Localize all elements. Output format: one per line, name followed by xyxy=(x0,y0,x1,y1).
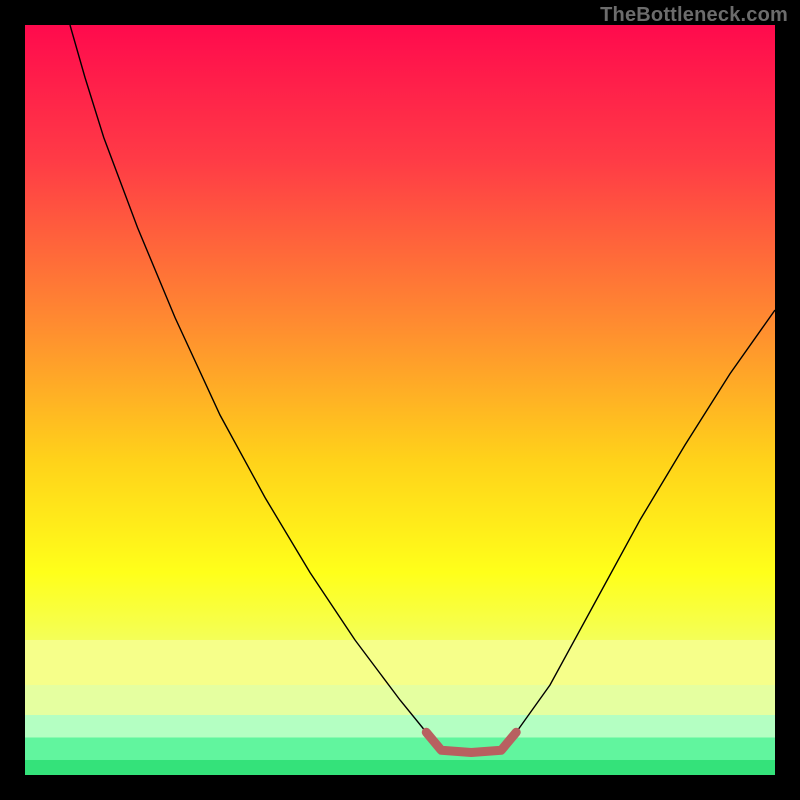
chart-frame: TheBottleneck.com xyxy=(0,0,800,800)
stripe xyxy=(25,760,775,775)
plot-area xyxy=(25,25,775,775)
stripe xyxy=(25,738,775,761)
watermark-text: TheBottleneck.com xyxy=(600,4,788,27)
stripe xyxy=(25,715,775,738)
plot-svg xyxy=(25,25,775,775)
stripe xyxy=(25,640,775,685)
bottom-stripes xyxy=(25,640,775,775)
